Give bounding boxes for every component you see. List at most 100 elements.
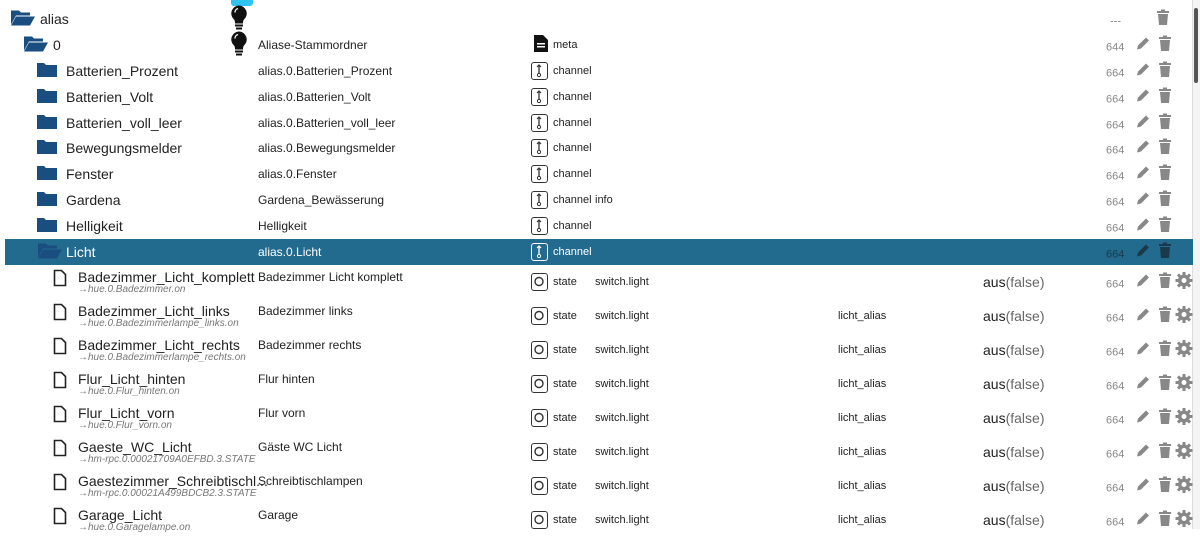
tree-row-state[interactable]: Flur_Licht_hinten →hue.0.Flur_hinten.on …	[5, 367, 1193, 401]
delete-icon[interactable]	[1157, 9, 1169, 28]
edit-icon[interactable]	[1135, 340, 1151, 359]
edit-icon[interactable]	[1135, 191, 1151, 210]
delete-icon[interactable]	[1159, 510, 1171, 529]
object-description: Flur hinten	[258, 371, 315, 386]
value-text: aus	[983, 443, 1006, 460]
state-value[interactable]: aus(false)	[983, 274, 1044, 290]
settings-gear-icon[interactable]	[1175, 441, 1193, 462]
state-value[interactable]: aus(false)	[983, 308, 1044, 324]
tree-row-state[interactable]: Badezimmer_Licht_komplett →hue.0.Badezim…	[5, 265, 1193, 299]
folder-icon[interactable]	[37, 217, 57, 235]
settings-gear-icon[interactable]	[1175, 373, 1193, 394]
folder-icon[interactable]	[37, 165, 57, 183]
value-raw: (false)	[1005, 273, 1045, 290]
tree-row-state[interactable]: Badezimmer_Licht_links →hue.0.Badezimmer…	[5, 299, 1193, 333]
tree-row-channel[interactable]: Batterien_Volt alias.0.Batterien_Volt ch…	[5, 84, 1193, 110]
settings-gear-icon[interactable]	[1175, 475, 1193, 496]
lightbulb-icon[interactable]	[230, 30, 248, 59]
file-icon	[53, 507, 67, 528]
tree-row-channel[interactable]: Fenster alias.0.Fenster channel 664	[5, 161, 1193, 187]
edit-icon[interactable]	[1135, 217, 1151, 236]
folder-icon[interactable]	[37, 139, 57, 157]
tree-row-state[interactable]: Gaeste_WC_Licht →hm-rpc.0.00021709A0EFBD…	[5, 435, 1193, 469]
edit-icon[interactable]	[1135, 165, 1151, 184]
object-description: Helligkeit	[258, 219, 307, 234]
tree-row-root[interactable]: alias ---	[5, 4, 1193, 33]
edit-icon[interactable]	[1135, 306, 1151, 325]
state-value[interactable]: aus(false)	[983, 342, 1044, 358]
delete-icon[interactable]	[1159, 113, 1171, 132]
tree-row-state[interactable]: Badezimmer_Licht_rechts →hue.0.Badezimme…	[5, 333, 1193, 367]
tree-row-instance[interactable]: 0 Aliase-Stammordner meta 644	[5, 30, 1193, 59]
rights: 664	[1106, 516, 1125, 529]
tree-row-channel[interactable]: Bewegungsmelder alias.0.Bewegungsmelder …	[5, 135, 1193, 161]
edit-icon[interactable]	[1135, 61, 1151, 80]
object-name: Fenster	[66, 166, 114, 183]
delete-icon[interactable]	[1159, 61, 1171, 80]
rights: 664	[1106, 170, 1125, 183]
folder-icon[interactable]	[37, 191, 57, 209]
scrollbar-thumb[interactable]	[1194, 8, 1198, 83]
object-role: switch.light	[595, 377, 649, 390]
state-type-icon	[531, 510, 548, 529]
delete-icon[interactable]	[1159, 476, 1171, 495]
folder-open-icon[interactable]	[10, 8, 36, 29]
delete-icon[interactable]	[1159, 35, 1171, 54]
lightbulb-icon[interactable]	[230, 4, 248, 33]
state-value[interactable]: aus(false)	[983, 512, 1044, 528]
state-value[interactable]: aus(false)	[983, 444, 1044, 460]
tree-row-state[interactable]: Gaestezimmer_Schreibtischl... →hm-rpc.0.…	[5, 469, 1193, 503]
scrollbar[interactable]	[1192, 0, 1200, 529]
delete-icon[interactable]	[1159, 374, 1171, 393]
folder-open-icon[interactable]	[37, 241, 63, 262]
folder-icon[interactable]	[37, 88, 57, 106]
edit-icon[interactable]	[1135, 374, 1151, 393]
state-value[interactable]: aus(false)	[983, 376, 1044, 392]
edit-icon[interactable]	[1135, 408, 1151, 427]
edit-icon[interactable]	[1135, 35, 1151, 54]
tree-row-state[interactable]: Garage_Licht →hue.0.Garagelampe.on Garag…	[5, 503, 1193, 537]
state-value[interactable]: aus(false)	[983, 478, 1044, 494]
delete-icon[interactable]	[1159, 190, 1171, 210]
edit-icon[interactable]	[1135, 139, 1151, 158]
settings-gear-icon[interactable]	[1175, 339, 1193, 360]
rights: 664	[1106, 144, 1125, 157]
delete-icon[interactable]	[1159, 272, 1171, 291]
delete-icon[interactable]	[1159, 408, 1171, 427]
delete-icon[interactable]	[1159, 216, 1171, 236]
delete-icon[interactable]	[1159, 242, 1171, 261]
delete-icon[interactable]	[1159, 164, 1171, 184]
edit-icon[interactable]	[1135, 272, 1151, 291]
tree-row-channel[interactable]: Licht alias.0.Licht channel 664	[5, 239, 1193, 265]
edit-icon[interactable]	[1135, 476, 1151, 495]
edit-icon[interactable]	[1135, 242, 1151, 261]
object-description: Flur vorn	[258, 405, 306, 420]
tree-row-channel[interactable]: Helligkeit Helligkeit channel 664	[5, 213, 1193, 239]
delete-icon[interactable]	[1159, 87, 1171, 106]
delete-icon[interactable]	[1159, 138, 1171, 158]
object-room: licht_alias	[838, 411, 887, 424]
settings-gear-icon[interactable]	[1175, 407, 1193, 428]
delete-icon[interactable]	[1159, 306, 1171, 325]
object-description: Badezimmer Licht komplett	[258, 269, 403, 284]
edit-icon[interactable]	[1135, 510, 1151, 529]
folder-icon[interactable]	[37, 62, 57, 80]
tree-row-channel[interactable]: Batterien_voll_leer alias.0.Batterien_vo…	[5, 110, 1193, 136]
object-description: Aliase-Stammordner	[258, 37, 368, 52]
edit-icon[interactable]	[1135, 87, 1151, 106]
folder-icon[interactable]	[37, 114, 57, 132]
object-type: state	[553, 445, 577, 458]
file-icon	[53, 371, 67, 392]
delete-icon[interactable]	[1159, 340, 1171, 359]
edit-icon[interactable]	[1135, 113, 1151, 132]
tree-row-channel[interactable]: Batterien_Prozent alias.0.Batterien_Proz…	[5, 58, 1193, 84]
tree-row-state[interactable]: Flur_Licht_vorn →hue.0.Flur_vorn.on Flur…	[5, 401, 1193, 435]
tree-row-channel[interactable]: Gardena Gardena_Bewässerung channel info…	[5, 187, 1193, 213]
settings-gear-icon[interactable]	[1175, 305, 1193, 326]
folder-open-icon[interactable]	[23, 34, 49, 55]
settings-gear-icon[interactable]	[1175, 271, 1193, 292]
settings-gear-icon[interactable]	[1175, 509, 1193, 530]
state-value[interactable]: aus(false)	[983, 410, 1044, 426]
edit-icon[interactable]	[1135, 442, 1151, 461]
delete-icon[interactable]	[1159, 442, 1171, 461]
